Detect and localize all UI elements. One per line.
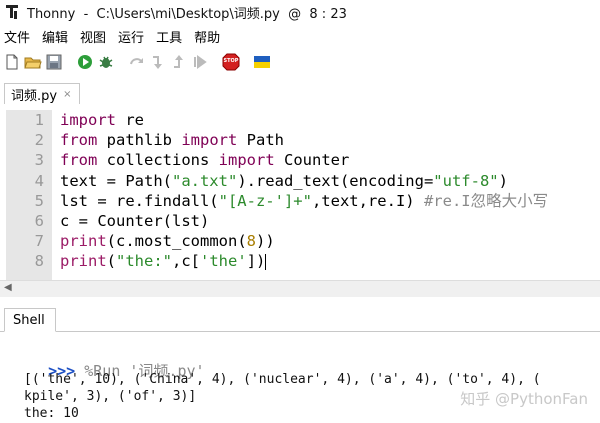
code-token: ,text,re.I) (311, 191, 424, 210)
shell-panel[interactable]: >>> %Run '词频.py' [('the', 10), ('China',… (0, 332, 600, 423)
line-number: 3 (34, 151, 44, 170)
menu-file[interactable]: 文件 (0, 27, 36, 46)
save-icon[interactable] (45, 53, 63, 71)
tab-label: 词频.py (11, 88, 58, 104)
code-token: 'the' (200, 252, 247, 271)
debug-icon[interactable] (97, 53, 115, 71)
code-line[interactable]: import re (60, 110, 548, 130)
code-token: import (218, 151, 275, 170)
code-line[interactable]: from pathlib import Path (60, 130, 548, 150)
shell-tabstrip: Shell (0, 306, 600, 332)
text-caret (265, 253, 267, 270)
code-token: Counter (274, 151, 350, 170)
new-file-icon[interactable] (3, 53, 21, 71)
line-number: 7 (34, 232, 44, 251)
code-token: #re.I忽略大小写 (423, 191, 549, 210)
code-token: ) (498, 171, 508, 190)
code-token: import (60, 111, 116, 129)
code-token: print (60, 252, 107, 271)
menu-bar: 文件 编辑 视图 运行 工具 帮助 (0, 26, 226, 46)
line-number: 6 (34, 211, 44, 230)
run-icon[interactable] (76, 53, 94, 71)
code-token: Path (237, 131, 284, 150)
line-number: 8 (34, 252, 44, 271)
watermark: 知乎 @PythonFan (460, 390, 588, 408)
step-out-icon[interactable] (170, 53, 188, 71)
code-token: ,c[ (172, 252, 201, 271)
menu-view[interactable]: 视图 (74, 27, 112, 46)
open-folder-icon[interactable] (24, 53, 42, 71)
code-token: ( (106, 252, 117, 271)
stop-icon-label: STOP (223, 58, 239, 64)
scroll-left-icon[interactable]: ◀ (4, 282, 12, 293)
code-token: "the:" (116, 252, 173, 271)
code-token: ]) (246, 252, 266, 271)
code-token: c = Counter(lst) (60, 211, 210, 230)
code-editor[interactable]: 12345678 import re from pathlib import Pa… (0, 104, 600, 280)
line-number-gutter: 1 23456 78 (6, 110, 52, 280)
code-token: from (60, 131, 98, 150)
line-number: 5 (34, 191, 44, 210)
code-token: 8 (246, 232, 256, 251)
menu-help[interactable]: 帮助 (188, 27, 226, 46)
code-line[interactable]: c = Counter(lst) (60, 211, 548, 231)
code-token: "[A-z-']+" (218, 191, 312, 210)
code-token: lst = re.findall( (60, 191, 219, 210)
shell-output-line: the: 10 (24, 406, 79, 421)
code-token: print (60, 232, 107, 251)
window-title: Thonny - C:\Users\mi\Desktop\词频.py @ 8 :… (27, 6, 347, 22)
close-icon[interactable]: × (63, 89, 71, 100)
shell-output-line: [('the', 10), ('China', 4), ('nuclear', … (24, 372, 541, 387)
code-token: text = Path( (60, 171, 172, 190)
code-token: "a.txt" (171, 171, 238, 190)
line-number: 1 (34, 111, 44, 129)
menu-tools[interactable]: 工具 (150, 27, 188, 46)
title-bar: Thonny - C:\Users\mi\Desktop\词频.py @ 8 :… (0, 0, 600, 24)
code-line[interactable]: print("the:",c['the']) (60, 251, 548, 271)
code-line[interactable]: from collections import Counter (60, 150, 548, 170)
thonny-logo-icon (5, 4, 21, 20)
editor-hscrollbar[interactable]: ◀ (0, 280, 600, 297)
line-number: 4 (34, 171, 44, 190)
line-number: 2 (34, 131, 44, 150)
code-token: (c.most_common( (106, 232, 247, 251)
shell-output-line: kpile', 3), ('of', 3)] (24, 389, 197, 404)
code-area[interactable]: import re from pathlib import Path from co… (60, 110, 548, 272)
code-token: )) (256, 232, 275, 251)
menu-edit[interactable]: 编辑 (36, 27, 74, 46)
code-token: ).read_text(encoding= (237, 171, 434, 190)
menu-run[interactable]: 运行 (112, 27, 150, 46)
editor-tabstrip: 词频.py × (0, 82, 600, 105)
code-token: pathlib (97, 131, 182, 150)
ukraine-flag-icon[interactable] (253, 53, 271, 71)
code-token: re (116, 111, 144, 129)
code-token: collections (97, 151, 219, 170)
tab-shell[interactable]: Shell (4, 308, 56, 332)
code-line[interactable]: lst = re.findall("[A-z-']+",text,re.I) #… (60, 191, 548, 211)
tab-editor-file[interactable]: 词频.py × (4, 83, 81, 105)
step-over-icon[interactable] (128, 53, 146, 71)
code-token: from (60, 151, 98, 170)
code-line[interactable]: print(c.most_common(8)) (60, 231, 548, 251)
step-into-icon[interactable] (149, 53, 167, 71)
code-token: import (181, 131, 238, 150)
stop-icon[interactable]: STOP (222, 53, 240, 71)
code-line[interactable]: text = Path("a.txt").read_text(encoding=… (60, 171, 548, 191)
shell-tab-label: Shell (13, 312, 45, 328)
resume-icon[interactable] (191, 53, 209, 71)
toolbar: STOP (0, 50, 600, 74)
code-token: "utf-8" (433, 171, 499, 190)
